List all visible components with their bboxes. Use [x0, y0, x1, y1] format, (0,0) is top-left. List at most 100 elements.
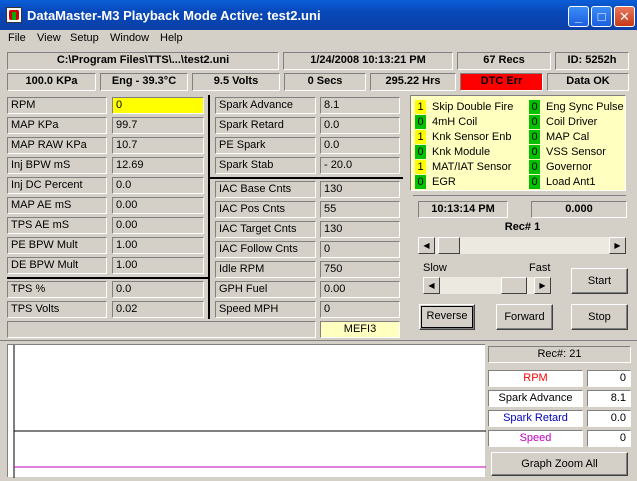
legend-rpm-value: 0 [587, 370, 631, 387]
scroll-left-icon[interactable]: ◀ [418, 237, 435, 254]
value-de-bpw-mult: 1.00 [112, 257, 204, 274]
menu-bar: File View Setup Window Help [0, 30, 637, 48]
status-label: MAT/IAT Sensor [432, 161, 512, 173]
title-bar[interactable]: DataMaster-M3 Playback Mode Active: test… [0, 0, 637, 30]
maximize-button[interactable]: □ [591, 6, 612, 27]
status-label: 4mH Coil [432, 116, 478, 128]
speed-scrollbar[interactable]: ◀ ▶ [423, 277, 551, 294]
start-button[interactable]: Start [571, 268, 628, 294]
menu-file[interactable]: File [8, 32, 26, 44]
status-label: Coil Driver [546, 116, 598, 128]
value-idle-rpm: 750 [320, 261, 400, 278]
engine-hours: 295.22 Hrs [370, 73, 456, 91]
label-inj-bpw: Inj BPW mS [7, 157, 107, 174]
value-iac-pos: 55 [320, 201, 400, 218]
legend-speed[interactable]: Speed [488, 430, 583, 447]
data-status: Data OK [547, 73, 629, 91]
status-bit: 0 [529, 160, 540, 174]
ecm-id: ID: 5252h [555, 52, 629, 70]
status-label: EGR [432, 176, 456, 188]
label-tps-ae: TPS AE mS [7, 217, 107, 234]
status-map-cal: 0 MAP Cal [529, 130, 589, 145]
value-inj-dc: 0.0 [112, 177, 204, 194]
minimize-button[interactable]: _ [568, 6, 589, 27]
value-tps-percent: 0.0 [112, 281, 204, 298]
legend-rpm[interactable]: RPM [488, 370, 583, 387]
legend-spark-advance-value: 8.1 [587, 390, 631, 407]
value-pe-bpw-mult: 1.00 [112, 237, 204, 254]
graph-record-label: Rec#: 21 [488, 346, 631, 363]
value-tps-ae: 0.00 [112, 217, 204, 234]
legend-spark-retard[interactable]: Spark Retard [488, 410, 583, 427]
forward-button[interactable]: Forward [496, 304, 553, 330]
graph-svg [13, 345, 486, 478]
record-number-label: Rec# 1 [504, 221, 541, 233]
value-spark-retard: 0.0 [320, 117, 400, 134]
fast-label: Fast [529, 262, 551, 274]
legend-spark-advance[interactable]: Spark Advance [488, 390, 583, 407]
label-spark-retard: Spark Retard [215, 117, 316, 134]
label-iac-target: IAC Target Cnts [215, 221, 316, 238]
section-divider [210, 177, 403, 179]
section-divider [7, 277, 210, 279]
value-iac-target: 130 [320, 221, 400, 238]
label-spark-advance: Spark Advance [215, 97, 316, 114]
status-label: MAP Cal [546, 131, 590, 143]
status-label: Knk Sensor Enb [432, 131, 512, 143]
menu-setup[interactable]: Setup [70, 32, 99, 44]
status-bit: 0 [529, 145, 540, 159]
status-label: Skip Double Fire [432, 101, 514, 113]
scroll-right-icon[interactable]: ▶ [609, 237, 626, 254]
label-spark-stab: Spark Stab [215, 157, 316, 174]
label-speed-mph: Speed MPH [215, 301, 316, 318]
label-pe-spark: PE Spark [215, 137, 316, 154]
label-de-bpw-mult: DE BPW Mult [7, 257, 107, 274]
menu-view[interactable]: View [37, 32, 61, 44]
baro-kpa: 100.0 KPa [7, 73, 96, 91]
status-coil-driver: 0 Coil Driver [529, 115, 597, 130]
menu-window[interactable]: Window [110, 32, 149, 44]
dtc-error-badge[interactable]: DTC Err [460, 73, 543, 91]
reverse-button[interactable]: Reverse [419, 304, 475, 330]
label-gph-fuel: GPH Fuel [215, 281, 316, 298]
legend-speed-value: 0 [587, 430, 631, 447]
graph-divider [0, 340, 637, 341]
graph-zoom-all-button[interactable]: Graph Zoom All [491, 452, 628, 476]
label-map-ae: MAP AE mS [7, 197, 107, 214]
status-bit: 0 [529, 115, 540, 129]
status-eng-sync-pulse: 0 Eng Sync Pulse [529, 100, 624, 115]
playback-elapsed: 0.000 [531, 201, 627, 218]
speed-left-icon[interactable]: ◀ [423, 277, 440, 294]
label-map-kpa: MAP KPa [7, 117, 107, 134]
label-inj-dc: Inj DC Percent [7, 177, 107, 194]
label-iac-pos: IAC Pos Cnts [215, 201, 316, 218]
record-datetime: 1/24/2008 10:13:21 PM [283, 52, 453, 70]
stop-button[interactable]: Stop [571, 304, 628, 330]
speed-right-icon[interactable]: ▶ [534, 277, 551, 294]
notes-field [7, 321, 316, 338]
status-bit: 0 [415, 145, 426, 159]
label-map-raw-kpa: MAP RAW KPa [7, 137, 107, 154]
menu-help[interactable]: Help [160, 32, 183, 44]
graph-canvas[interactable] [7, 344, 486, 478]
status-bit: 0 [529, 100, 540, 114]
playback-time: 10:13:14 PM [418, 201, 508, 218]
close-button[interactable]: ✕ [614, 6, 635, 27]
column-divider [208, 95, 210, 319]
status-mat-iat-sensor: 1 MAT/IAT Sensor [415, 160, 511, 175]
status-4mh-coil: 0 4mH Coil [415, 115, 477, 130]
label-tps-volts: TPS Volts [7, 301, 107, 318]
value-spark-stab: - 20.0 [320, 157, 400, 174]
record-scrollbar[interactable]: ◀ ▶ [418, 237, 626, 254]
status-bit: 1 [415, 100, 426, 114]
record-scroll-thumb[interactable] [438, 237, 460, 254]
run-seconds: 0 Secs [284, 73, 366, 91]
record-count: 67 Recs [457, 52, 551, 70]
ecm-type: MEFI3 [320, 321, 400, 338]
label-tps-percent: TPS % [7, 281, 107, 298]
slow-label: Slow [423, 262, 447, 274]
app-window: DataMaster-M3 Playback Mode Active: test… [0, 0, 637, 481]
status-bit: 0 [415, 175, 426, 189]
status-bit: 0 [529, 130, 540, 144]
speed-scroll-thumb[interactable] [501, 277, 527, 294]
